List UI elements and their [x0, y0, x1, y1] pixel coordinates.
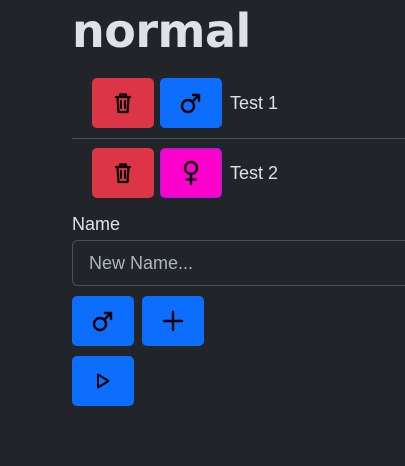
play-button[interactable]: [72, 356, 134, 406]
plus-icon: [162, 310, 184, 332]
play-icon: [97, 373, 110, 389]
gender-select-button[interactable]: [72, 296, 134, 346]
list-item: Test 1: [72, 70, 405, 136]
item-name: Test 2: [230, 162, 279, 183]
trash-icon: [114, 163, 132, 184]
play-row: [72, 356, 134, 406]
item-actions: [92, 78, 222, 128]
item-name: Test 1: [230, 92, 279, 113]
name-label: Name: [72, 214, 121, 234]
delete-button[interactable]: [92, 78, 154, 128]
gender-toggle-button[interactable]: [160, 78, 222, 128]
delete-button[interactable]: [92, 148, 154, 198]
trash-icon: [114, 93, 132, 114]
gender-toggle-button[interactable]: [160, 148, 222, 198]
form-controls: [72, 296, 204, 346]
page: normal Test 1 Test 2 Name New Name...: [0, 0, 405, 466]
page-title: normal: [72, 4, 251, 58]
list-item: Test 2: [72, 140, 405, 206]
add-button[interactable]: [142, 296, 204, 346]
item-actions: [92, 148, 222, 198]
divider: [72, 138, 405, 139]
female-icon: [183, 160, 199, 186]
male-icon: [92, 311, 113, 332]
name-input[interactable]: [72, 240, 405, 286]
male-icon: [180, 93, 201, 114]
